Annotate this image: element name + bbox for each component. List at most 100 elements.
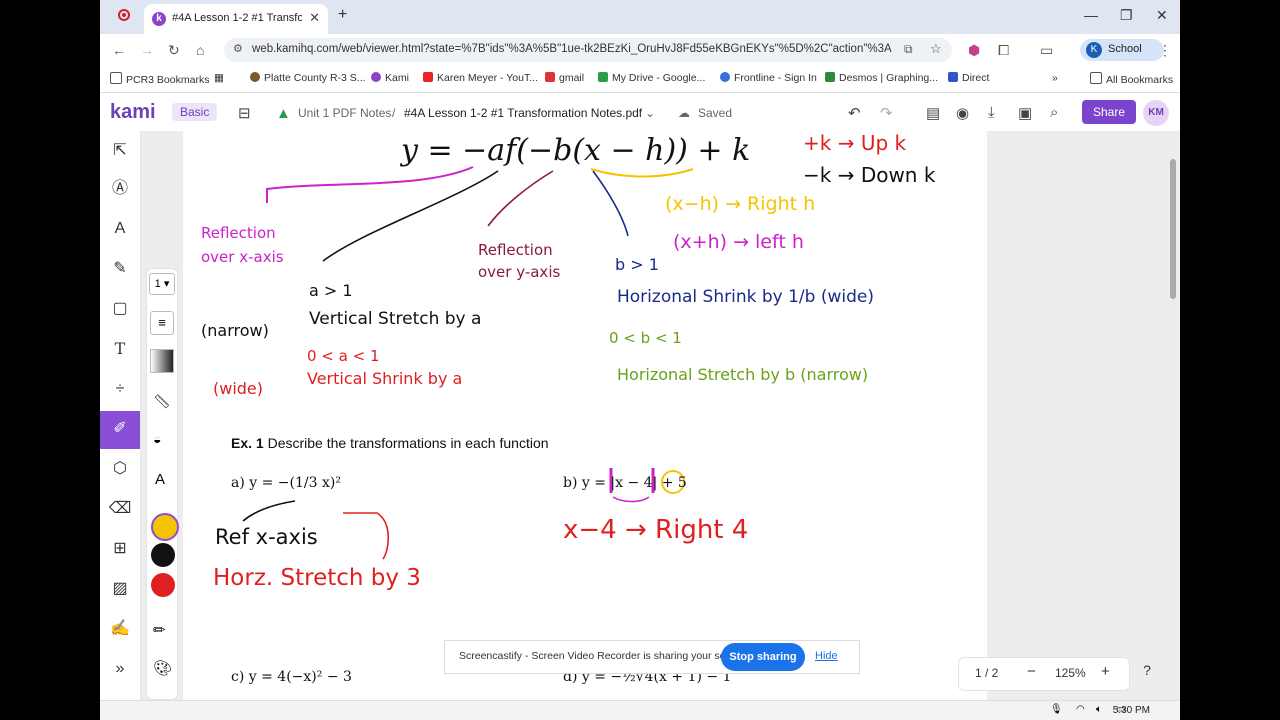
equation-tool-icon[interactable]: ÷	[108, 377, 132, 401]
text-tool-icon[interactable]: T	[108, 337, 132, 361]
share-button[interactable]: Share	[1082, 100, 1136, 124]
side-panel-icon[interactable]: ▭	[1040, 42, 1053, 59]
handwriting-text-icon[interactable]: A	[155, 471, 165, 488]
markup-tool-icon[interactable]: A	[108, 217, 132, 241]
color-black-swatch[interactable]	[151, 543, 175, 567]
add-media-tool-icon[interactable]: ⊞	[108, 537, 132, 561]
view-eye-icon[interactable]: ◉	[956, 104, 969, 122]
stroke-width-icon[interactable]: ≡	[150, 311, 174, 335]
screencastify-message: Screencastify - Screen Video Recorder is…	[459, 650, 749, 662]
bookmark-kami[interactable]: Kami	[371, 72, 409, 84]
drawing-tool-icon[interactable]: ✐	[108, 417, 132, 441]
back-icon[interactable]: ←	[112, 42, 126, 58]
color-palette-icon[interactable]: 🎨︎	[153, 659, 172, 677]
annotation-horz-stretch-3: Horz. Stretch by 3	[213, 565, 421, 591]
example-c: c) y = 4(−x)² − 3	[231, 669, 352, 685]
profile-avatar: K	[1086, 42, 1102, 58]
bookmark-direct[interactable]: Direct	[948, 72, 989, 84]
extension-icon[interactable]: ⬢	[968, 42, 980, 59]
image-tool-icon[interactable]: ▨	[108, 577, 132, 601]
site-info-icon[interactable]: ⚙	[233, 42, 243, 55]
search-icon[interactable]: ⌕	[1050, 104, 1058, 121]
collapse-sidebar-icon[interactable]: »	[108, 657, 132, 681]
home-icon[interactable]: ⌂	[196, 42, 204, 58]
zoom-in-button[interactable]: +	[1101, 663, 1110, 680]
filename-dropdown-icon[interactable]: ⌄	[645, 106, 655, 120]
example-a: a) y = −(1/3 x)²	[231, 475, 341, 491]
maximize-icon[interactable]: ❐	[1120, 7, 1133, 24]
breadcrumb-folder[interactable]: Unit 1 PDF Notes	[298, 106, 391, 120]
archive-icon[interactable]: ⊟	[238, 104, 251, 122]
bookmark-drive[interactable]: My Drive - Google...	[598, 72, 705, 84]
profile-label: School	[1108, 43, 1142, 55]
redo-icon[interactable]: ↷	[880, 104, 893, 122]
toolbox-icon[interactable]: ▣	[1018, 104, 1032, 122]
os-taskbar: 🎙︎ ◠ 🔈︎ ▭ 5:30 PM	[100, 700, 1180, 720]
annotation-k-up: +k → Up k	[803, 131, 907, 155]
undo-icon[interactable]: ↶	[848, 104, 861, 122]
stop-sharing-button[interactable]: Stop sharing	[721, 643, 805, 671]
bookmark-gmail[interactable]: gmail	[545, 72, 584, 84]
bookmark-pcr3[interactable]: PCR3 Bookmarks	[110, 72, 209, 86]
select-tool-icon[interactable]: ⇱	[108, 139, 132, 163]
close-window-icon[interactable]: ✕	[1156, 7, 1168, 24]
example-heading: Ex. 1 Describe the transformations in ea…	[231, 435, 549, 451]
vertical-scrollbar[interactable]	[1170, 159, 1176, 299]
bookmark-frontline[interactable]: Frontline - Sign In	[720, 72, 817, 84]
wifi-icon[interactable]: ◠	[1076, 704, 1085, 715]
apps-grid-icon[interactable]: ▦	[214, 72, 224, 84]
url-field[interactable]: ⚙ web.kamihq.com/web/viewer.html?state=%…	[224, 38, 952, 62]
arrow-to-b	[592, 170, 629, 237]
bookmark-star-icon[interactable]: ☆	[930, 41, 942, 57]
pdf-page[interactable]: y = −af(−b(x − h)) + k +k → Up k −k → Do…	[183, 131, 987, 720]
bookmark-platte[interactable]: Platte County R-3 S...	[250, 72, 366, 84]
cloud-saved-icon: ☁	[678, 106, 690, 120]
annotation-reflection-y: Reflection over y-axis	[478, 241, 561, 281]
more-bookmarks-icon[interactable]: »	[1052, 72, 1058, 84]
zoom-out-button[interactable]: −	[1027, 663, 1036, 680]
highlighter-tool-icon[interactable]: ✎	[108, 257, 132, 281]
plan-badge[interactable]: Basic	[172, 103, 218, 121]
tab-kami-document[interactable]: k #4A Lesson 1-2 #1 Transformat ✕	[144, 4, 328, 34]
comment-tool-icon[interactable]: ▢	[108, 297, 132, 321]
text-select-tool-icon[interactable]: Ⓐ	[108, 177, 132, 201]
all-bookmarks[interactable]: All Bookmarks	[1090, 72, 1173, 86]
mic-icon[interactable]: 🎙︎	[1050, 704, 1063, 715]
bookmark-youtube[interactable]: Karen Meyer - YouT...	[423, 72, 538, 84]
annotation-x-h-left: (x+h) → left h	[673, 231, 804, 253]
minimize-icon[interactable]: —	[1084, 7, 1098, 23]
reload-icon[interactable]: ↻	[168, 42, 180, 59]
close-tab-icon[interactable]: ✕	[309, 10, 320, 26]
profile-button[interactable]: K School	[1080, 39, 1164, 61]
download-icon[interactable]: ⤓	[988, 104, 995, 121]
page-select[interactable]: 1 ▾	[149, 273, 175, 295]
annotation-k-down: −k → Down k	[803, 163, 936, 187]
ruler-icon[interactable]: 📏︎	[153, 393, 171, 410]
bookmark-desmos[interactable]: Desmos | Graphing...	[825, 72, 938, 84]
opacity-icon[interactable]	[150, 349, 174, 373]
eraser-tool-icon[interactable]: ⌫	[108, 497, 132, 521]
new-tab-button[interactable]: +	[338, 6, 347, 24]
user-avatar[interactable]: KM	[1143, 100, 1169, 126]
tool-sidebar: ⇱ Ⓐ A ✎ ▢ T ÷ ✐ ⬡ ⌫ ⊞ ▨ ✍ »	[100, 131, 141, 720]
help-button[interactable]: ?	[1136, 662, 1158, 684]
signature-tool-icon[interactable]: ✍	[108, 617, 132, 641]
annotation-wide: (wide)	[213, 379, 264, 398]
shapes-tool-icon[interactable]: ⬡	[108, 457, 132, 481]
cast-icon[interactable]: ⧉	[904, 42, 913, 57]
hide-banner-link[interactable]: Hide	[815, 650, 838, 662]
kami-logo[interactable]: kami	[110, 101, 156, 124]
arrow-to-ref-x-axis	[242, 500, 296, 522]
custom-color-pen-icon[interactable]: ✏	[153, 621, 166, 639]
record-indicator-icon[interactable]	[118, 9, 130, 21]
volume-icon[interactable]: 🔈︎	[1096, 704, 1102, 715]
color-yellow-swatch[interactable]	[151, 513, 179, 541]
zoom-level[interactable]: 125%	[1055, 666, 1086, 680]
protractor-icon[interactable]: ◒	[153, 431, 161, 447]
forward-icon[interactable]: →	[140, 42, 154, 58]
extensions-puzzle-icon[interactable]: ⧠	[998, 42, 1009, 59]
browser-menu-icon[interactable]: ⋮	[1158, 42, 1172, 59]
color-red-swatch[interactable]	[151, 573, 175, 597]
document-info-icon[interactable]: ▤	[926, 104, 940, 122]
document-filename[interactable]: #4A Lesson 1-2 #1 Transformation Notes.p…	[404, 106, 642, 120]
